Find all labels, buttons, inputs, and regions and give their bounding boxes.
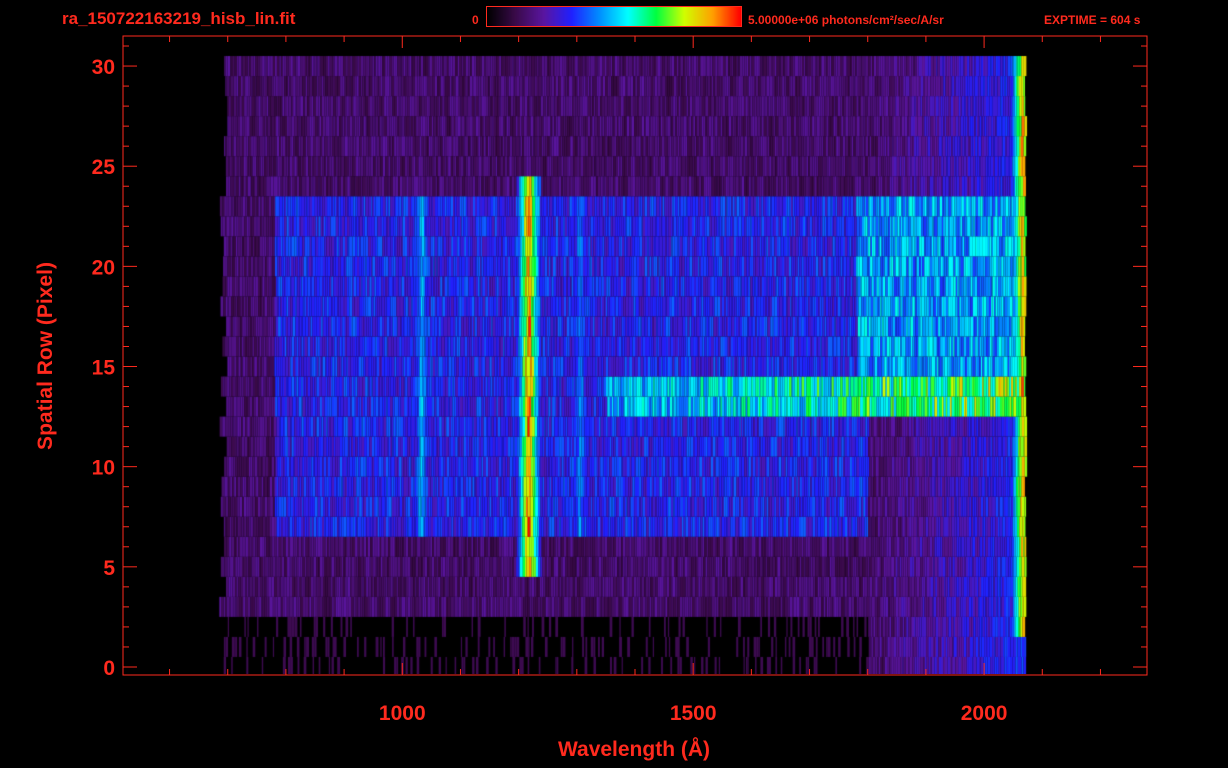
y-tick-label: 20 xyxy=(92,256,115,279)
y-tick-label: 5 xyxy=(103,557,115,580)
spectral-image-chart: 1000 1500 2000 0 5 10 15 20 25 30 xyxy=(92,35,1148,725)
y-tick-label: 30 xyxy=(92,56,115,79)
y-axis-label: Spatial Row (Pixel) xyxy=(34,262,57,450)
heatmap-container xyxy=(124,37,1146,674)
y-tick-label: 15 xyxy=(92,357,116,380)
x-tick-label: 2000 xyxy=(961,702,1008,725)
x-axis-label: Wavelength (Å) xyxy=(557,738,711,761)
heatmap-image xyxy=(124,37,1146,674)
y-tick-label: 25 xyxy=(92,156,116,179)
x-tick-label: 1000 xyxy=(379,702,426,725)
y-tick-label: 0 xyxy=(103,657,115,680)
x-tick-label: 1500 xyxy=(670,702,717,725)
y-tick-label: 10 xyxy=(92,457,115,480)
